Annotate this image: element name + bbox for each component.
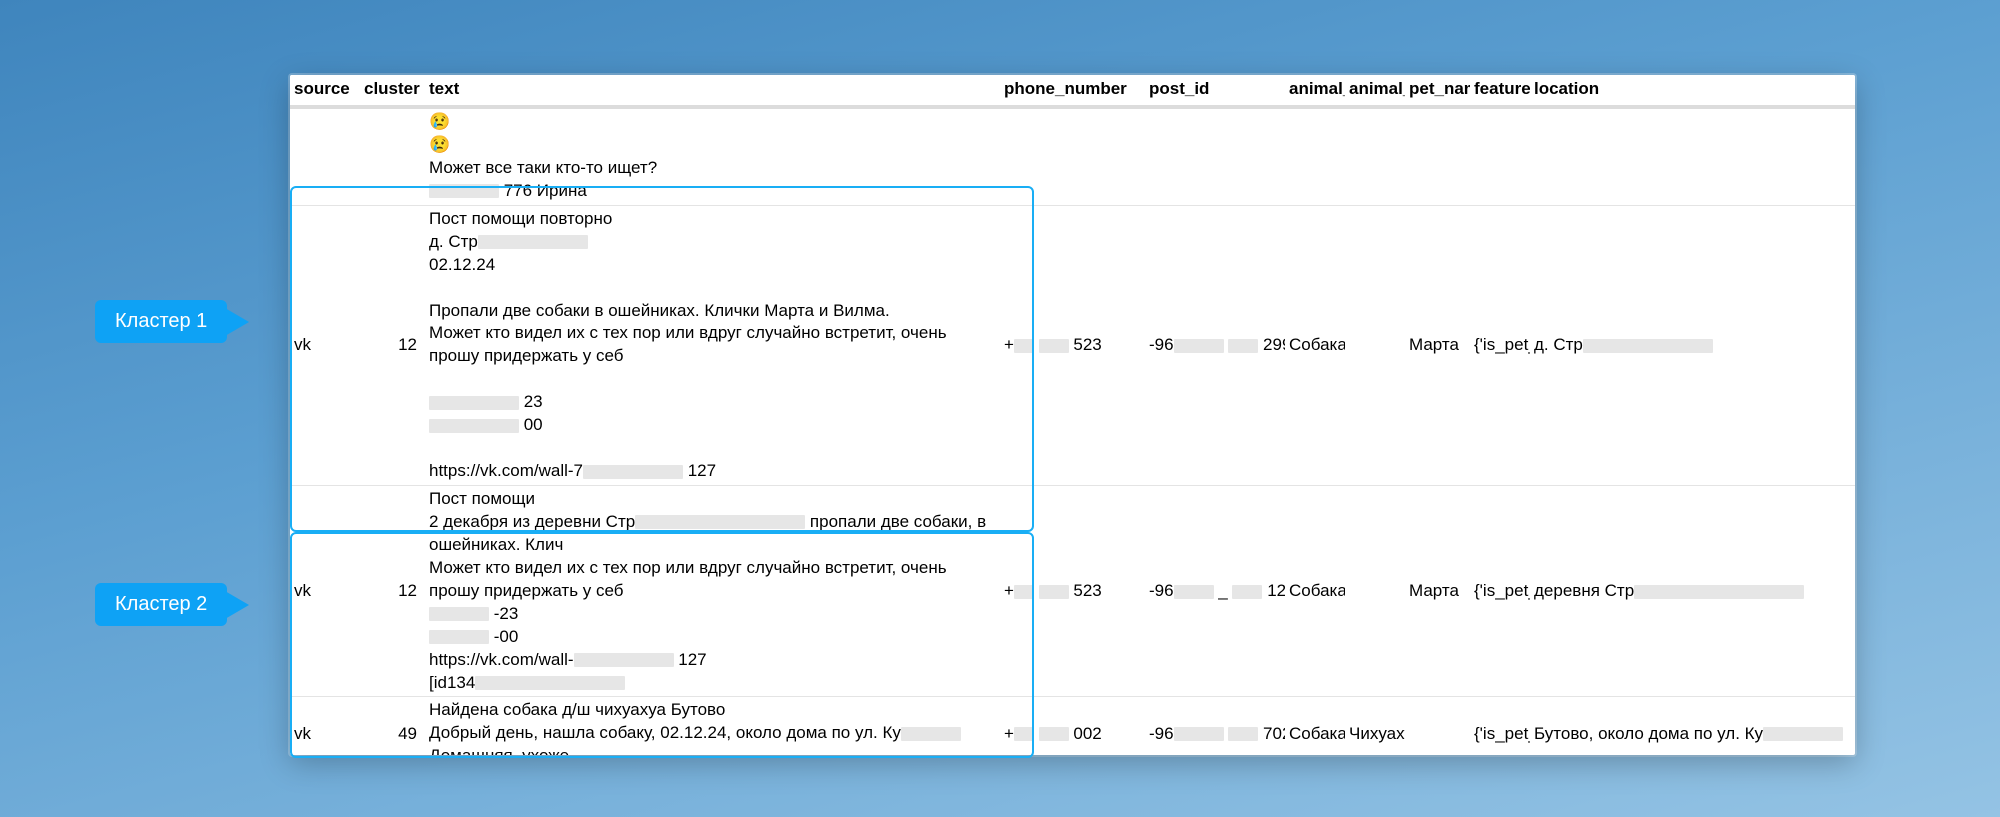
cell-cluster: 49 — [360, 697, 425, 755]
col-location: location — [1530, 75, 1855, 107]
cell-features: {'is_pet_n — [1470, 205, 1530, 485]
cell-animal_type — [1285, 107, 1345, 205]
cell-pet_name — [1405, 107, 1470, 205]
cell-post_id: -96 _ 123 — [1145, 486, 1285, 697]
cell-animal_breed — [1345, 486, 1405, 697]
col-text: text — [425, 75, 1000, 107]
cell-source: vk — [290, 486, 360, 697]
cell-text: 😢😢Может все таки кто-то ищет? 776 Ирина — [425, 107, 1000, 205]
cell-location: д. Стр — [1530, 205, 1855, 485]
table-row: vk12Пост помощи2 декабря из деревни Стр … — [290, 486, 1855, 697]
cell-pet_name: Марта — [1405, 486, 1470, 697]
col-petname: pet_name — [1405, 75, 1470, 107]
cell-animal_type: Собака — [1285, 486, 1345, 697]
cell-source: vk — [290, 697, 360, 755]
cluster1-callout: Кластер 1 — [95, 300, 227, 343]
col-features: features — [1470, 75, 1530, 107]
col-animaltype: animal_ty — [1285, 75, 1345, 107]
cell-location — [1530, 107, 1855, 205]
cell-features: {'is_pet_n — [1470, 697, 1530, 755]
cell-phone — [1000, 107, 1145, 205]
col-phone: phone_number — [1000, 75, 1145, 107]
cell-source: vk — [290, 205, 360, 485]
cell-pet_name: Марта — [1405, 205, 1470, 485]
cell-post_id — [1145, 107, 1285, 205]
cell-animal_breed: Чихуахуа — [1345, 697, 1405, 755]
cell-cluster: 12 — [360, 486, 425, 697]
cell-text: Пост помощи2 декабря из деревни Стр проп… — [425, 486, 1000, 697]
cell-cluster: 12 — [360, 205, 425, 485]
cell-post_id: -96 702 — [1145, 697, 1285, 755]
cell-animal_breed — [1345, 107, 1405, 205]
data-table: source cluster text phone_number post_id… — [290, 75, 1855, 755]
cell-animal_type: Собака — [1285, 697, 1345, 755]
cluster2-label: Кластер 2 — [115, 593, 207, 615]
cluster1-label: Кластер 1 — [115, 310, 207, 332]
cluster2-callout: Кластер 2 — [95, 583, 227, 626]
cell-features — [1470, 107, 1530, 205]
cell-phone: + 523 — [1000, 486, 1145, 697]
cell-cluster — [360, 107, 425, 205]
header-row: source cluster text phone_number post_id… — [290, 75, 1855, 107]
cell-text: Пост помощи повторнод. Стр02.12.24Пропал… — [425, 205, 1000, 485]
cell-animal_type: Собака — [1285, 205, 1345, 485]
cell-phone: + 523 — [1000, 205, 1145, 485]
cell-phone: + 002 — [1000, 697, 1145, 755]
cell-source — [290, 107, 360, 205]
table-panel: source cluster text phone_number post_id… — [290, 75, 1855, 755]
cell-features: {'is_pet_n — [1470, 486, 1530, 697]
col-animalbreed: animal_b — [1345, 75, 1405, 107]
col-source: source — [290, 75, 360, 107]
table-row: vk49Найдена собака д/ш чихуахуа БутовоДо… — [290, 697, 1855, 755]
cell-location: деревня Стр — [1530, 486, 1855, 697]
table-row: 😢😢Может все таки кто-то ищет? 776 Ирина — [290, 107, 1855, 205]
col-postid: post_id — [1145, 75, 1285, 107]
cell-animal_breed — [1345, 205, 1405, 485]
cell-location: Бутово, около дома по ул. Ку — [1530, 697, 1855, 755]
cell-pet_name — [1405, 697, 1470, 755]
col-cluster: cluster — [360, 75, 425, 107]
table-row: vk12Пост помощи повторнод. Стр02.12.24Пр… — [290, 205, 1855, 485]
cell-post_id: -96 299 — [1145, 205, 1285, 485]
cell-text: Найдена собака д/ш чихуахуа БутовоДобрый… — [425, 697, 1000, 755]
